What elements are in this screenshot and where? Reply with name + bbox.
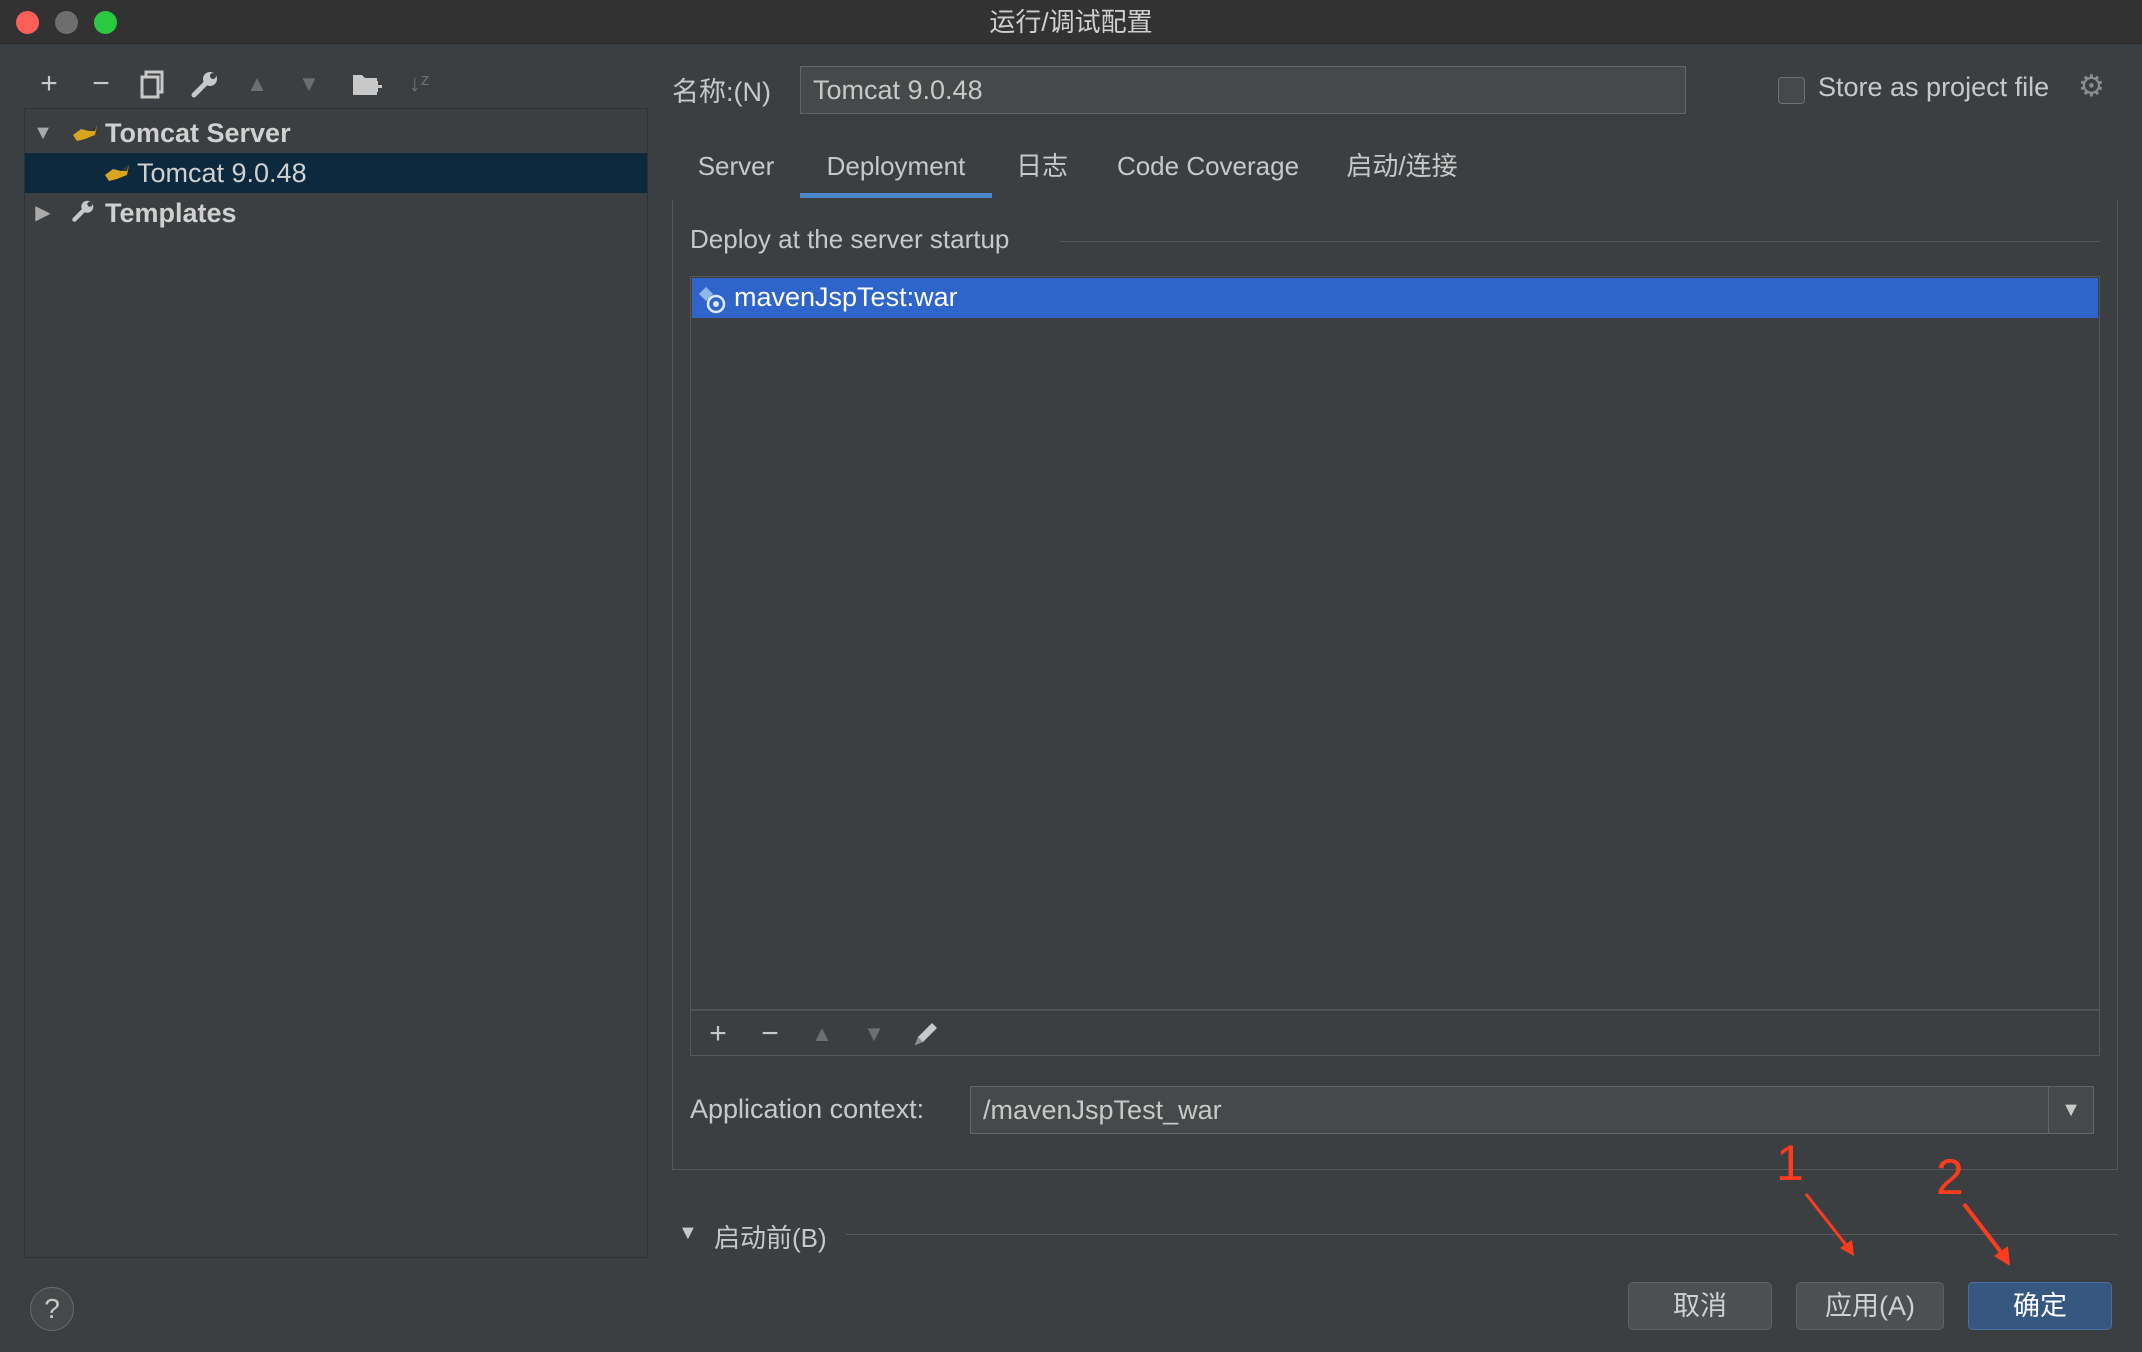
new-folder-icon[interactable]	[347, 62, 387, 106]
tree-item-label: Templates	[105, 198, 237, 228]
annotation-arrow	[1962, 1202, 2010, 1266]
tab-startup-connection[interactable]: 启动/连接	[1344, 146, 1460, 198]
tab-server[interactable]: Server	[688, 146, 784, 198]
store-as-project-label[interactable]: Store as project file	[1818, 72, 2049, 103]
arrow-up-icon[interactable]: ▲	[237, 62, 277, 106]
pencil-icon[interactable]	[906, 1012, 946, 1056]
name-input[interactable]: Tomcat 9.0.48	[800, 66, 1686, 114]
collapse-arrow-icon[interactable]: ▶	[33, 193, 53, 233]
apply-button[interactable]: 应用(A)	[1796, 1282, 1944, 1330]
context-input[interactable]: /mavenJspTest_war	[970, 1086, 2094, 1134]
tree-item-tomcat-server[interactable]: ▼ Tomcat Server	[25, 113, 647, 153]
ok-button[interactable]: 确定	[1968, 1282, 2112, 1330]
gear-icon[interactable]: ⚙	[2078, 72, 2108, 102]
tree-item-label: Tomcat Server	[105, 118, 291, 148]
wrench-icon	[72, 200, 94, 222]
minus-icon[interactable]: −	[81, 62, 121, 106]
tomcat-icon	[73, 125, 97, 141]
minus-icon[interactable]: −	[750, 1012, 790, 1056]
tree-item-tomcat-9[interactable]: Tomcat 9.0.48	[25, 153, 647, 193]
annotation-arrow	[1804, 1193, 1854, 1256]
window-title: 运行/调试配置	[989, 7, 1153, 37]
sort-icon[interactable]: ↓ᶻ	[399, 62, 439, 106]
tree-item-label: Tomcat 9.0.48	[137, 158, 307, 188]
tab-logs[interactable]: 日志	[1012, 146, 1072, 198]
deploy-section-title: Deploy at the server startup	[690, 224, 1010, 254]
chevron-down-icon[interactable]: ▼	[2048, 1087, 2093, 1133]
deploy-list-toolbar	[690, 1010, 2100, 1056]
arrow-down-icon[interactable]: ▼	[854, 1012, 894, 1056]
cancel-button[interactable]: 取消	[1628, 1282, 1772, 1330]
tomcat-icon	[105, 165, 129, 181]
artifact-icon	[699, 287, 726, 314]
deploy-list[interactable]	[690, 276, 2100, 1010]
expand-arrow-icon[interactable]: ▼	[33, 113, 53, 153]
tab-code-coverage[interactable]: Code Coverage	[1110, 146, 1306, 198]
name-label: 名称:(N)	[672, 77, 771, 107]
tab-deployment[interactable]: Deployment	[800, 146, 992, 198]
copy-icon[interactable]	[133, 62, 173, 106]
help-button[interactable]: ?	[30, 1287, 74, 1331]
arrow-up-icon[interactable]: ▲	[802, 1012, 842, 1056]
section-divider	[1060, 241, 2100, 242]
plus-icon[interactable]: +	[29, 62, 69, 106]
tree-item-templates[interactable]: ▶ Templates	[25, 193, 647, 233]
before-launch-label[interactable]: 启动前(B)	[714, 1218, 827, 1255]
config-tree: ▼ Tomcat Server Tomcat 9.0.48 ▶ Template…	[24, 108, 648, 1258]
section-divider	[846, 1234, 2118, 1235]
context-label: Application context:	[690, 1094, 925, 1124]
arrow-down-icon[interactable]: ▼	[289, 62, 329, 106]
store-as-project-checkbox[interactable]	[1778, 77, 1805, 104]
annotation-number: 1	[1776, 1135, 1804, 1191]
plus-icon[interactable]: +	[698, 1012, 738, 1056]
deploy-item-label: mavenJspTest:war	[734, 282, 958, 312]
wrench-icon[interactable]	[185, 62, 225, 106]
annotation-number: 2	[1936, 1149, 1964, 1205]
expand-arrow-icon[interactable]: ▼	[678, 1222, 698, 1245]
